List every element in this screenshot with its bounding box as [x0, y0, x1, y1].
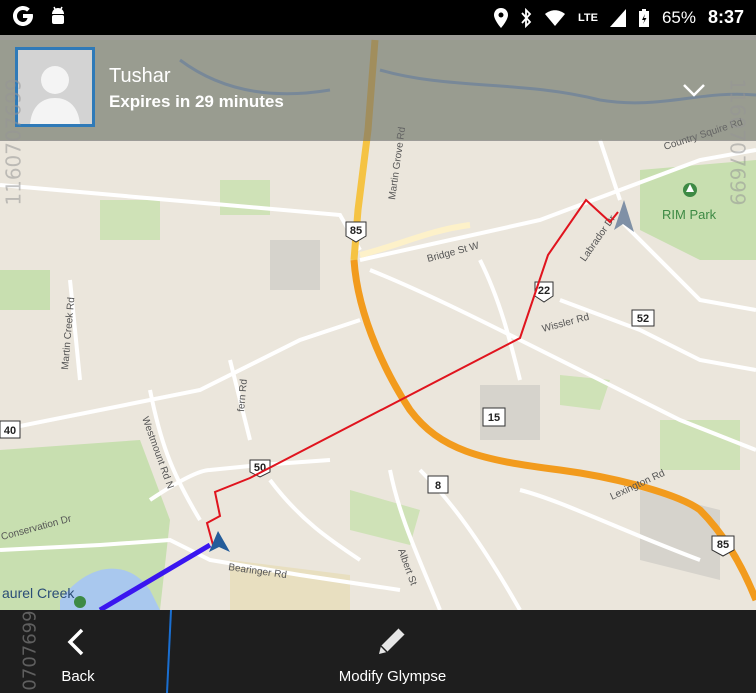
watermark-bottom-left: 0707699 [19, 610, 41, 691]
google-icon [13, 6, 33, 26]
svg-text:85: 85 [717, 539, 729, 551]
avatar[interactable] [15, 47, 95, 127]
svg-text:15: 15 [488, 412, 500, 424]
glympse-header[interactable]: Tushar Expires in 29 minutes [0, 35, 756, 141]
divider [166, 610, 172, 693]
watermark-right: 1160707699 [725, 78, 750, 206]
signal-icon [609, 8, 626, 27]
watermark-left: 1160707699 [1, 78, 26, 206]
clock: 8:37 [707, 7, 744, 27]
modify-glympse-label: Modify Glympse [338, 668, 447, 685]
location-icon [493, 7, 508, 28]
svg-text:22: 22 [538, 285, 550, 297]
battery-icon [638, 8, 649, 27]
modify-glympse-button[interactable]: Modify Glympse [300, 610, 485, 693]
bottom-action-bar: Back Modify Glympse 0707699 [0, 610, 756, 693]
park-icon [74, 596, 86, 608]
user-name: Tushar [109, 65, 171, 87]
svg-text:52: 52 [637, 313, 649, 325]
expires-text: Expires in 29 minutes [109, 92, 284, 111]
svg-text:RIM Park: RIM Park [662, 207, 717, 222]
bluetooth-icon [521, 7, 532, 28]
svg-text:85: 85 [350, 225, 362, 237]
back-arrow-icon [67, 628, 84, 656]
status-bar: LTE 65% 8:37 [0, 0, 756, 35]
chevron-down-icon[interactable] [682, 83, 706, 97]
android-debug-icon [52, 6, 64, 24]
battery-level: 65% [661, 7, 696, 27]
svg-text:40: 40 [4, 425, 16, 437]
svg-text:8: 8 [435, 480, 441, 492]
pencil-icon [379, 627, 406, 654]
user-placeholder-icon [18, 50, 92, 124]
network-type: LTE [577, 11, 598, 24]
wifi-icon [544, 9, 565, 26]
laurel-creek-label: aurel Creek [2, 585, 75, 601]
